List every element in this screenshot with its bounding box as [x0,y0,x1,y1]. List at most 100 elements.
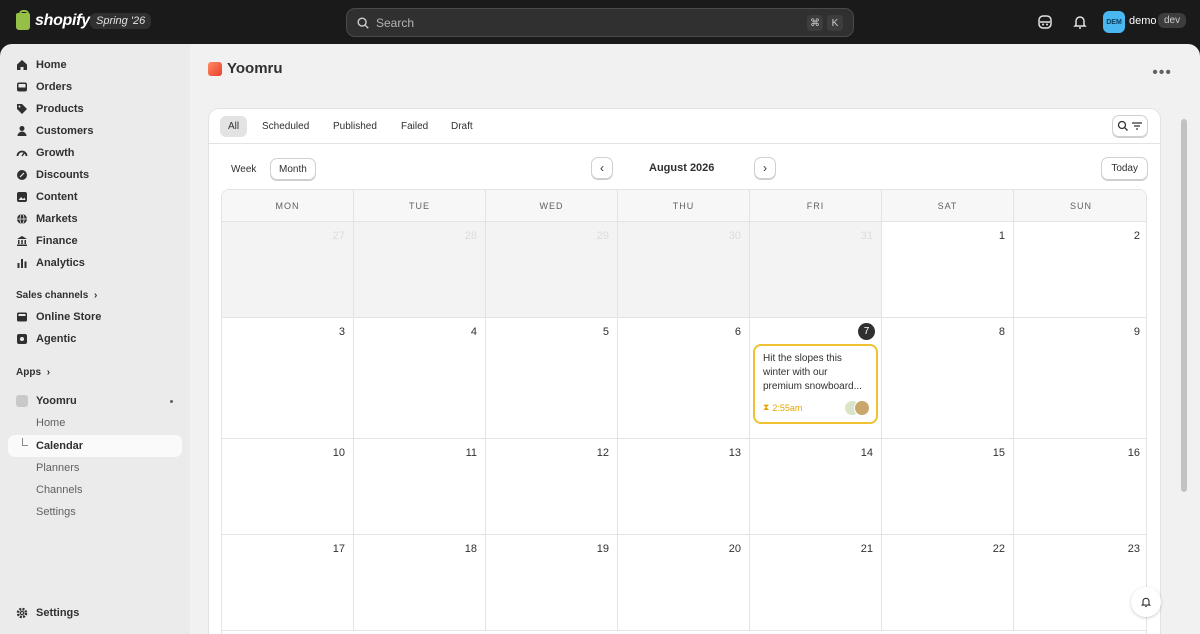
more-actions-icon[interactable]: ••• [1152,64,1172,82]
day-cell[interactable]: 21 [750,535,882,631]
tab-all[interactable]: All [220,116,248,137]
scheduled-post-card[interactable]: Hit the slopes this winter with our prem… [753,344,878,424]
bell-icon[interactable] [1072,14,1088,30]
day-cell[interactable]: 17 [222,535,354,631]
day-cell[interactable]: 1 [882,222,1014,318]
day-cell[interactable]: 2 [1014,222,1146,318]
sidebar-item-discounts[interactable]: Discounts [8,164,182,186]
day-number: 2 [1133,230,1140,242]
day-cell[interactable]: 20 [618,535,750,631]
day-cell[interactable]: 29 [486,222,618,318]
brand-name: shopify [35,12,90,29]
assistant-icon[interactable] [1037,14,1053,30]
day-cell[interactable]: 16 [1014,439,1146,535]
sidebar-subitem-calendar[interactable]: Calendar [8,435,182,457]
day-number: 28 [464,230,477,242]
day-number: 22 [992,543,1005,555]
today-day-number: 7 [858,323,875,340]
search-input[interactable]: Search ⌘ K [346,8,854,37]
day-cell[interactable]: 18 [354,535,486,631]
k-key: K [827,15,843,31]
sidebar-item-growth[interactable]: Growth [8,142,182,164]
sidebar-item-home[interactable]: Home [8,54,182,76]
view-month-button[interactable]: Month [270,158,316,180]
scrollbar[interactable] [1181,119,1187,492]
sidebar-item-customers[interactable]: Customers [8,120,182,142]
day-cell[interactable]: 13 [618,439,750,535]
agentic-icon [17,334,27,344]
sidebar-item-analytics[interactable]: Analytics [8,252,182,274]
pin-dot-icon [170,400,173,403]
tab-failed[interactable]: Failed [393,116,436,137]
sidebar-subitem-planners[interactable]: Planners [8,457,182,479]
sidebar-item-content[interactable]: Content [8,186,182,208]
day-cell[interactable]: 30 [618,222,750,318]
sidebar-item-online-store[interactable]: Online Store [8,306,182,328]
sidebar-item-label: Orders [36,81,73,93]
day-number: 18 [464,543,477,555]
day-cell[interactable]: 3 [222,318,354,439]
day-number: 6 [734,326,741,338]
sidebar-subitem-settings[interactable]: Settings [8,501,182,523]
day-cell[interactable]: 5 [486,318,618,439]
day-cell[interactable]: 9 [1014,318,1146,439]
day-cell-today[interactable]: 7 Hit the slopes this winter with our pr… [750,318,882,439]
gear-icon [16,607,28,619]
sidebar-item-label: Yoomru [36,395,77,407]
user-name[interactable]: demo [1129,15,1157,27]
weekday-header: FRI [750,190,882,222]
day-cell[interactable]: 11 [354,439,486,535]
day-cell[interactable]: 6 [618,318,750,439]
sidebar-item-finance[interactable]: Finance [8,230,182,252]
channel-avatar [854,400,870,416]
notification-fab[interactable] [1131,587,1161,617]
gauge-icon [16,150,28,157]
sidebar-item-label: Calendar [36,440,84,452]
calendar-grid: MON TUE WED THU FRI SAT SUN 27 28 29 30 … [221,189,1147,634]
sidebar-item-agentic[interactable]: Agentic [8,328,182,350]
view-week-button[interactable]: Week [223,158,264,180]
sidebar-subitem-home[interactable]: Home [8,412,182,434]
next-month-button[interactable]: › [754,157,776,179]
search-icon [357,16,369,29]
weekday-header: MON [222,190,354,222]
day-number: 16 [1127,447,1140,459]
sales-channels-header[interactable]: Sales channels › [16,290,97,301]
day-cell[interactable]: 23 [1014,535,1146,631]
sidebar-item-markets[interactable]: Markets [8,208,182,230]
avatar[interactable]: DEM [1103,11,1125,33]
day-cell[interactable]: 28 [354,222,486,318]
bell-icon [1140,597,1152,608]
search-filter-button[interactable] [1112,115,1148,137]
shopify-logo[interactable]: shopify [16,9,90,30]
day-cell[interactable]: 27 [222,222,354,318]
day-cell[interactable]: 10 [222,439,354,535]
sidebar-item-label: Finance [36,235,78,247]
day-number: 29 [596,230,609,242]
tab-published[interactable]: Published [325,116,385,137]
day-cell[interactable]: 15 [882,439,1014,535]
apps-header[interactable]: Apps › [16,367,50,378]
sidebar-item-label: Discounts [36,169,90,181]
sidebar-item-yoomru[interactable]: Yoomru [8,390,182,412]
day-cell[interactable]: 12 [486,439,618,535]
sidebar-item-label: Products [36,103,84,115]
sidebar-subitem-channels[interactable]: Channels [8,479,182,501]
tab-scheduled[interactable]: Scheduled [254,116,317,137]
discount-icon [17,170,27,180]
home-icon [17,60,27,70]
day-cell[interactable]: 31 [750,222,882,318]
sidebar-item-orders[interactable]: Orders [8,76,182,98]
tab-draft[interactable]: Draft [443,116,481,137]
day-cell[interactable]: 19 [486,535,618,631]
prev-month-button[interactable]: ‹ [591,157,613,179]
today-button[interactable]: Today [1101,157,1148,180]
sidebar-item-settings[interactable]: Settings [8,602,182,624]
day-number: 15 [992,447,1005,459]
post-time-text: 2:55am [772,402,803,413]
day-cell[interactable]: 8 [882,318,1014,439]
day-cell[interactable]: 4 [354,318,486,439]
sidebar-item-products[interactable]: Products [8,98,182,120]
day-cell[interactable]: 14 [750,439,882,535]
day-cell[interactable]: 22 [882,535,1014,631]
